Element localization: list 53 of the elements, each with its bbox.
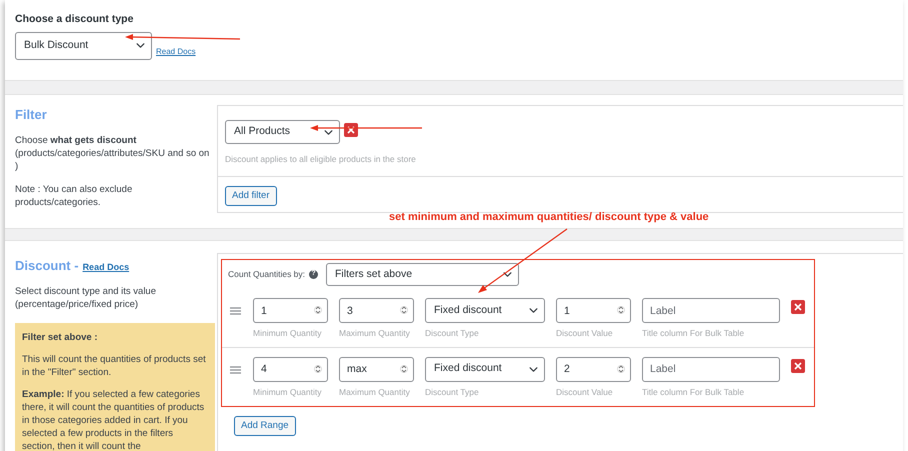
read-docs-link[interactable]: Read Docs	[82, 261, 130, 274]
discount-type-select[interactable]: Bulk Discount	[15, 32, 152, 60]
remove-button[interactable]	[344, 123, 358, 137]
add-filter-button[interactable]: Add filter	[225, 186, 276, 206]
close-icon	[794, 362, 802, 370]
count-label: Count Quantities by:	[228, 268, 306, 281]
spinner-icon	[617, 304, 625, 316]
close-icon	[347, 126, 355, 134]
discount-type-select[interactable]: Fixed discount	[425, 298, 545, 323]
info-text: This will count the quantities of products set in the "Filter" section.	[22, 352, 207, 378]
field-caption: Maximum Quantity	[339, 327, 411, 340]
label-field[interactable]: Label	[642, 298, 780, 323]
remove-button[interactable]	[791, 358, 805, 373]
section-description: Choose what gets discount (products/categories/attributes/SKU and so on )	[15, 134, 210, 172]
maximum-quantity-field[interactable]: max	[339, 356, 414, 382]
spinner-icon	[314, 362, 322, 375]
info-text: Example: If you selected a few categories there, it will count the quantities of products in those categories added in cart. If you selected a few products in the filters section, then it will count the	[22, 388, 206, 451]
minimum-quantity-field[interactable]: 4	[253, 356, 328, 382]
remove-button[interactable]	[791, 300, 805, 314]
count-select[interactable]: Filters set above	[326, 263, 520, 286]
field-caption: Discount Value	[556, 327, 614, 340]
add-range-button[interactable]: Add Range	[234, 416, 296, 436]
help-text: Discount applies to all eligible products in the store	[225, 153, 417, 166]
field-label: Choose a discount type	[15, 12, 134, 27]
section-note: Note : You can also exclude products/categories.	[15, 182, 134, 208]
filter-select[interactable]: All Products	[225, 120, 340, 144]
drag-handle-icon[interactable]	[230, 307, 241, 315]
section-description: Select discount type and its value (percentage/price/fixed price)	[15, 284, 158, 310]
field-caption: Discount Type	[425, 386, 480, 398]
section-title: Discount -	[15, 257, 79, 275]
minimum-quantity-field[interactable]: 1	[253, 298, 328, 323]
label-field[interactable]: Label	[642, 356, 780, 382]
spinner-icon	[314, 304, 322, 316]
spinner-icon	[617, 362, 625, 375]
read-docs-link[interactable]: Read Docs	[156, 46, 196, 58]
annotation-text: set minimum and maximum quantities/ discount type & value	[389, 210, 709, 225]
drag-handle-icon[interactable]	[230, 366, 241, 374]
field-caption: Title column For Bulk Table	[642, 327, 746, 340]
section-title: Filter	[15, 106, 48, 124]
info-title: Filter set above :	[22, 330, 98, 344]
discount-type-select[interactable]: Fixed discount	[425, 356, 545, 382]
field-caption: Title column For Bulk Table	[642, 386, 746, 398]
field-caption: Discount Value	[556, 386, 614, 398]
spinner-icon	[400, 362, 408, 375]
close-icon	[794, 303, 802, 311]
spinner-icon	[400, 304, 408, 316]
discount-value-field[interactable]: 2	[556, 356, 631, 382]
field-caption: Maximum Quantity	[339, 386, 411, 398]
field-caption: Minimum Quantity	[253, 386, 322, 398]
field-caption: Discount Type	[425, 327, 480, 340]
maximum-quantity-field[interactable]: 3	[339, 298, 414, 323]
discount-value-field[interactable]: 1	[556, 298, 631, 323]
field-caption: Minimum Quantity	[253, 327, 322, 340]
